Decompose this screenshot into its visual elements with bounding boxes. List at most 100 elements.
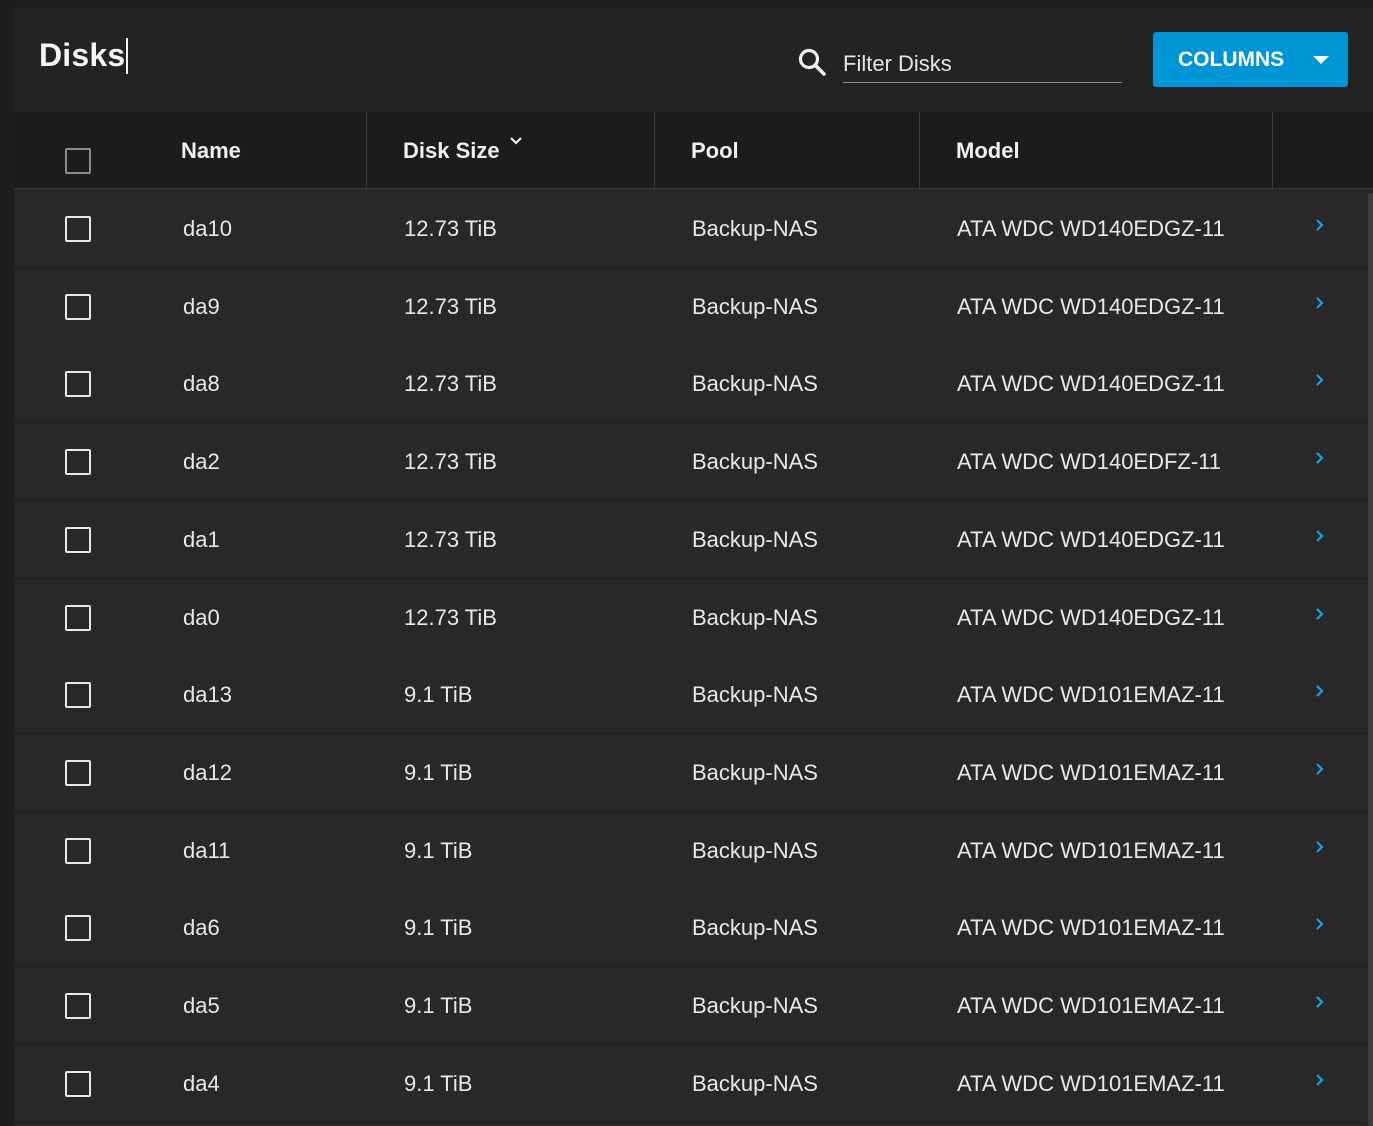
row-checkbox[interactable] xyxy=(65,449,91,475)
header-name[interactable]: Name xyxy=(181,112,241,189)
cell-model: ATA WDC WD140EDGZ-11 xyxy=(957,604,1225,630)
header-disk-size[interactable]: Disk Size xyxy=(403,112,500,189)
cell-pool: Backup-NAS xyxy=(692,448,818,474)
chevron-right-icon[interactable] xyxy=(1314,529,1326,543)
cell-name: da2 xyxy=(183,448,220,474)
cell-model: ATA WDC WD140EDFZ-11 xyxy=(957,448,1222,474)
search-input[interactable] xyxy=(843,45,1122,83)
cell-disk-size: 12.73 TiB xyxy=(404,293,497,319)
chevron-right-icon[interactable] xyxy=(1314,451,1326,465)
row-checkbox[interactable] xyxy=(65,760,91,786)
page-title-text: Disks xyxy=(39,37,126,73)
cell-name: da1 xyxy=(183,526,220,552)
caret-down-icon xyxy=(1313,56,1329,64)
column-divider[interactable] xyxy=(366,112,367,189)
cell-pool: Backup-NAS xyxy=(692,992,818,1018)
cell-model: ATA WDC WD101EMAZ-11 xyxy=(957,914,1225,940)
columns-button-label: COLUMNS xyxy=(1178,47,1285,71)
chevron-right-icon[interactable] xyxy=(1314,607,1326,621)
table-row[interactable]: da11 9.1 TiB Backup-NAS ATA WDC WD101EMAZ-1… xyxy=(14,812,1366,890)
chevron-right-icon[interactable] xyxy=(1314,218,1326,232)
sort-descending-icon[interactable] xyxy=(509,136,523,146)
table-row[interactable]: da9 12.73 TiB Backup-NAS ATA WDC WD140EDGZ-… xyxy=(14,268,1366,346)
cell-name: da0 xyxy=(183,604,220,630)
row-checkbox[interactable] xyxy=(65,1071,91,1097)
cell-model: ATA WDC WD140EDGZ-11 xyxy=(957,293,1225,319)
disks-card: Disks COLUMNS Name Disk Size Pool Model … xyxy=(14,7,1373,1126)
row-checkbox[interactable] xyxy=(65,605,91,631)
cell-pool: Backup-NAS xyxy=(692,1070,818,1096)
table-row[interactable]: da2 12.73 TiB Backup-NAS ATA WDC WD140EDFZ-… xyxy=(14,423,1366,501)
row-checkbox[interactable] xyxy=(65,294,91,320)
cell-pool: Backup-NAS xyxy=(692,681,818,707)
row-checkbox[interactable] xyxy=(65,682,91,708)
row-checkbox[interactable] xyxy=(65,915,91,941)
column-divider[interactable] xyxy=(919,112,920,189)
cell-disk-size: 12.73 TiB xyxy=(404,370,497,396)
cell-name: da10 xyxy=(183,215,232,241)
cell-pool: Backup-NAS xyxy=(692,370,818,396)
cell-model: ATA WDC WD140EDGZ-11 xyxy=(957,215,1225,241)
cell-model: ATA WDC WD101EMAZ-11 xyxy=(957,992,1225,1018)
columns-button[interactable]: COLUMNS xyxy=(1153,32,1348,87)
cell-name: da4 xyxy=(183,1070,220,1096)
header-pool[interactable]: Pool xyxy=(691,112,739,189)
cell-pool: Backup-NAS xyxy=(692,526,818,552)
table-row[interactable]: da0 12.73 TiB Backup-NAS ATA WDC WD140EDGZ-… xyxy=(14,579,1366,657)
cell-pool: Backup-NAS xyxy=(692,759,818,785)
column-divider[interactable] xyxy=(1272,112,1273,189)
scrollbar-thumb[interactable] xyxy=(1368,193,1373,1126)
cell-name: da11 xyxy=(183,837,231,863)
table-row[interactable]: da12 9.1 TiB Backup-NAS ATA WDC WD101EMAZ-1… xyxy=(14,734,1366,812)
row-checkbox[interactable] xyxy=(65,371,91,397)
cell-disk-size: 9.1 TiB xyxy=(404,759,473,785)
cell-name: da5 xyxy=(183,992,220,1018)
chevron-right-icon[interactable] xyxy=(1314,917,1326,931)
table-header: Name Disk Size Pool Model xyxy=(14,112,1373,189)
cell-pool: Backup-NAS xyxy=(692,604,818,630)
cell-pool: Backup-NAS xyxy=(692,837,818,863)
row-checkbox[interactable] xyxy=(65,527,91,553)
cell-pool: Backup-NAS xyxy=(692,215,818,241)
table-row[interactable]: da10 12.73 TiB Backup-NAS ATA WDC WD140EDGZ… xyxy=(14,190,1366,268)
table-row[interactable]: da5 9.1 TiB Backup-NAS ATA WDC WD101EMAZ-11 xyxy=(14,967,1366,1045)
cell-disk-size: 12.73 TiB xyxy=(404,604,497,630)
column-divider[interactable] xyxy=(654,112,655,189)
chevron-right-icon[interactable] xyxy=(1314,296,1326,310)
row-checkbox[interactable] xyxy=(65,838,91,864)
select-all-checkbox[interactable] xyxy=(65,148,91,174)
cell-disk-size: 9.1 TiB xyxy=(404,992,473,1018)
cell-disk-size: 12.73 TiB xyxy=(404,526,497,552)
row-checkbox[interactable] xyxy=(65,216,91,242)
cell-pool: Backup-NAS xyxy=(692,914,818,940)
cell-disk-size: 12.73 TiB xyxy=(404,448,497,474)
search-icon[interactable] xyxy=(797,47,827,77)
header-model[interactable]: Model xyxy=(956,112,1020,189)
cell-name: da6 xyxy=(183,914,220,940)
cell-model: ATA WDC WD101EMAZ-11 xyxy=(957,681,1225,707)
cell-disk-size: 12.73 TiB xyxy=(404,215,497,241)
cell-disk-size: 9.1 TiB xyxy=(404,681,473,707)
chevron-right-icon[interactable] xyxy=(1314,1073,1326,1087)
chevron-right-icon[interactable] xyxy=(1314,762,1326,776)
chevron-right-icon[interactable] xyxy=(1314,840,1326,854)
page-title: Disks xyxy=(39,37,129,74)
cell-model: ATA WDC WD101EMAZ-11 xyxy=(957,837,1225,863)
cell-model: ATA WDC WD140EDGZ-11 xyxy=(957,526,1225,552)
cell-name: da9 xyxy=(183,293,220,319)
table-row[interactable]: da6 9.1 TiB Backup-NAS ATA WDC WD101EMAZ-11 xyxy=(14,889,1366,967)
cell-name: da13 xyxy=(183,681,232,707)
cell-model: ATA WDC WD140EDGZ-11 xyxy=(957,370,1225,396)
table-row[interactable]: da4 9.1 TiB Backup-NAS ATA WDC WD101EMAZ-11 xyxy=(14,1045,1366,1123)
cell-pool: Backup-NAS xyxy=(692,293,818,319)
cell-disk-size: 9.1 TiB xyxy=(404,1070,473,1096)
row-checkbox[interactable] xyxy=(65,993,91,1019)
table-row[interactable]: da13 9.1 TiB Backup-NAS ATA WDC WD101EMAZ-1… xyxy=(14,656,1366,734)
table-row[interactable]: da8 12.73 TiB Backup-NAS ATA WDC WD140EDGZ-… xyxy=(14,345,1366,423)
chevron-right-icon[interactable] xyxy=(1314,684,1326,698)
chevron-right-icon[interactable] xyxy=(1314,373,1326,387)
chevron-right-icon[interactable] xyxy=(1314,995,1326,1009)
cell-disk-size: 9.1 TiB xyxy=(404,837,473,863)
table-row[interactable]: da1 12.73 TiB Backup-NAS ATA WDC WD140EDGZ-… xyxy=(14,501,1366,579)
toolbar: Disks COLUMNS xyxy=(14,7,1373,112)
